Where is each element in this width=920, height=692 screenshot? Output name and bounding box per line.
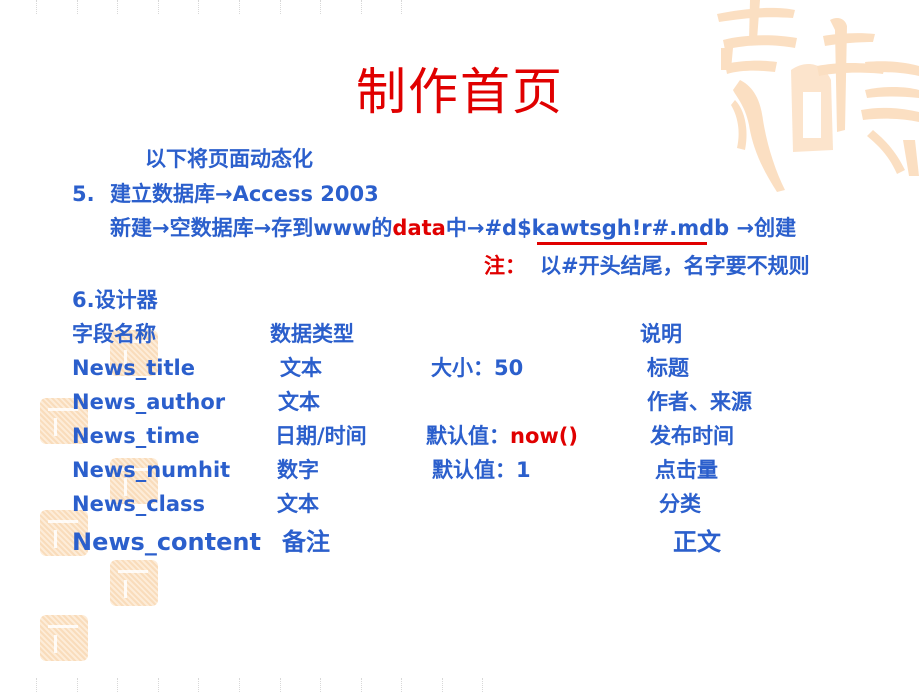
row-field: News_content [72, 528, 261, 556]
row-desc: 发布时间 [650, 424, 734, 448]
row-type: 备注 [282, 528, 330, 556]
row-desc: 点击量 [655, 458, 718, 482]
row-desc: 正文 [673, 528, 721, 556]
intro-text: 以下将页面动态化 [145, 147, 313, 171]
grid-mark [320, 0, 322, 14]
grid-mark [239, 0, 241, 14]
row-extra: 默认值：now() [426, 426, 578, 447]
row-extra: 大小：50 [431, 356, 524, 380]
row-type: 文本 [278, 390, 320, 414]
row-desc: 分类 [659, 492, 701, 516]
slide: 制作首页 以下将页面动态化 5. 建立数据库→Access 2003 新建→空数… [0, 0, 920, 692]
grid-mark [361, 0, 363, 14]
step5-line2-part2: 中→ [445, 216, 485, 240]
grid-mark [158, 0, 160, 14]
row-extra: 默认值：1 [432, 458, 531, 482]
step6-heading: 6.设计器 [72, 288, 158, 312]
header-description: 说明 [640, 322, 682, 346]
grid-mark [36, 0, 38, 14]
step5-line2-part1: 新建→空数据库→存到www的 [110, 216, 393, 240]
header-field-name: 字段名称 [72, 322, 156, 346]
grid-mark [280, 0, 282, 14]
step5-filename: #d$kawtsgh!r#.mdb [484, 216, 730, 240]
filename-underline [537, 242, 707, 245]
grid-mark [77, 0, 79, 14]
row-field: News_author [72, 390, 226, 414]
row-desc: 作者、来源 [647, 390, 752, 414]
row-desc: 标题 [647, 356, 689, 380]
note-text: 以#开头结尾，名字要不规则 [540, 254, 810, 278]
grid-mark [401, 0, 403, 14]
step5-line2: 新建→空数据库→存到www的data中→#d$kawtsgh!r#.mdb →创… [110, 218, 796, 239]
step5-text: 建立数据库→Access 2003 [110, 182, 379, 206]
row-extra-label: 默认值： [426, 424, 510, 448]
row-field: News_time [72, 424, 200, 448]
row-extra-value: now() [510, 424, 578, 448]
step5-number: 5. [72, 182, 95, 206]
row-type: 文本 [277, 492, 319, 516]
row-field: News_title [72, 356, 195, 380]
row-field: News_class [72, 492, 206, 516]
step5-data-folder: data [392, 216, 446, 240]
seal-watermark-icon [40, 615, 88, 661]
note-label: 注： [484, 254, 526, 278]
slide-title: 制作首页 [356, 63, 564, 121]
row-field: News_numhit [72, 458, 231, 482]
step5-line2-part3: →创建 [729, 216, 797, 240]
header-data-type: 数据类型 [270, 322, 354, 346]
row-type: 文本 [280, 356, 322, 380]
seal-watermark-icon [110, 560, 158, 606]
grid-mark [117, 0, 119, 14]
grid-mark [198, 0, 200, 14]
row-type: 日期/时间 [275, 424, 367, 448]
row-type: 数字 [277, 458, 319, 482]
